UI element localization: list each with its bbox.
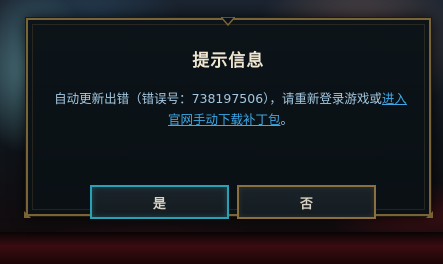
dialog-corner-ornament-left xyxy=(24,211,31,218)
dialog-message: 自动更新出错（错误号：738197506），请重新登录游戏或进入官网手动下载补丁… xyxy=(48,88,413,130)
no-button[interactable]: 否 xyxy=(237,185,376,219)
background-bottom-band xyxy=(0,232,443,264)
message-end: 。 xyxy=(280,112,294,127)
message-text: 自动更新出错（错误号：738197506），请重新登录游戏或 xyxy=(54,91,382,106)
dialog-title: 提示信息 xyxy=(192,51,265,71)
yes-button[interactable]: 是 xyxy=(90,185,229,219)
error-dialog: 提示信息 自动更新出错（错误号：738197506），请重新登录游戏或进入官网手… xyxy=(24,17,433,219)
dialog-top-notch-ornament xyxy=(221,17,235,26)
yes-button-label: 是 xyxy=(152,196,166,212)
no-button-label: 否 xyxy=(299,196,313,212)
dialog-corner-ornament-right xyxy=(426,211,433,218)
